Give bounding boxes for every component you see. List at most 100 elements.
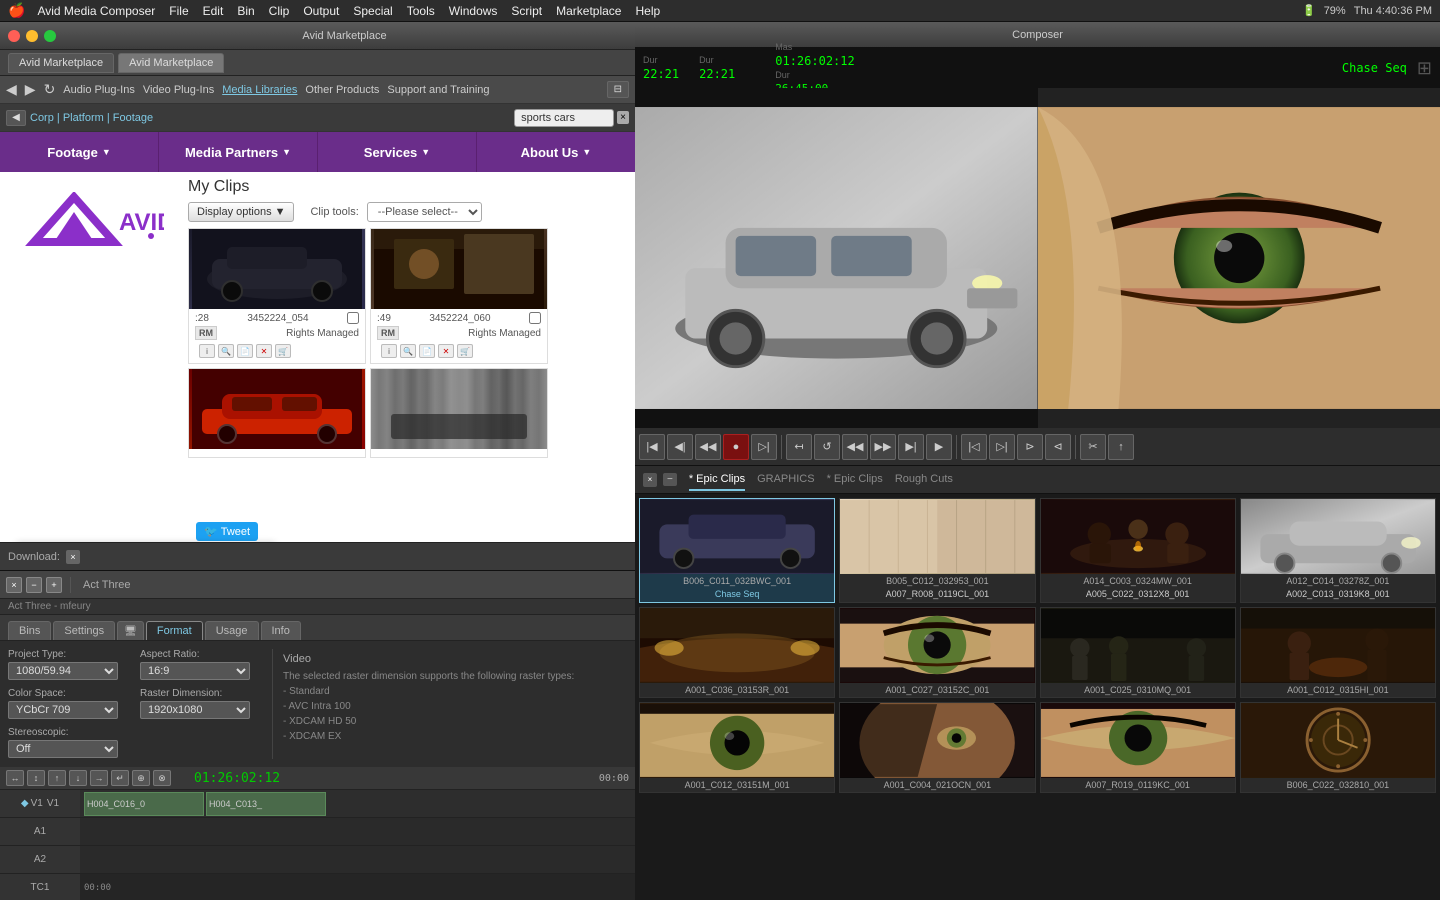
edit-menu[interactable]: Edit	[203, 4, 224, 18]
search-close-btn[interactable]: ×	[617, 111, 629, 124]
clip-info-btn-0[interactable]: i	[199, 344, 215, 358]
clip-thumb-3[interactable]	[371, 369, 547, 449]
tab-bins[interactable]: Bins	[8, 621, 51, 640]
clip-card-1[interactable]: B005_C012_032953_001 A007_R008_0119CL_00…	[839, 498, 1035, 603]
seq-minus-btn[interactable]: −	[26, 577, 42, 593]
clip-delete-btn-0[interactable]: ✕	[256, 344, 272, 358]
timeline-ctrl-8[interactable]: ⊗	[153, 770, 171, 786]
transport-add-edit[interactable]: ✂	[1080, 434, 1106, 460]
clip-delete-btn-1[interactable]: ✕	[438, 344, 454, 358]
tab-usage[interactable]: Usage	[205, 621, 259, 640]
output-menu[interactable]: Output	[303, 4, 339, 18]
color-space-select[interactable]: YCbCr 709	[8, 701, 118, 719]
transport-step-back2[interactable]: ◀◀	[695, 434, 721, 460]
tab-format[interactable]: Format	[146, 621, 203, 640]
timeline-ctrl-3[interactable]: ↑	[48, 770, 66, 786]
nav-footage[interactable]: Footage ▼	[0, 132, 159, 172]
transport-lift[interactable]: ↑	[1108, 434, 1134, 460]
timeline-ctrl-7[interactable]: ⊕	[132, 770, 150, 786]
transport-step-back[interactable]: ◀|	[667, 434, 693, 460]
tab-info[interactable]: Info	[261, 621, 301, 640]
breadcrumb-corp[interactable]: Corp	[30, 112, 54, 124]
clips-tab-epic1[interactable]: * Epic Clips	[689, 469, 745, 491]
clip-thumb-0[interactable]	[189, 229, 365, 309]
aspect-ratio-select[interactable]: 16:9	[140, 662, 250, 680]
clips-tab-rough[interactable]: Rough Cuts	[895, 469, 953, 491]
nav-about-us[interactable]: About Us ▼	[477, 132, 635, 172]
app-name-menu[interactable]: Avid Media Composer	[37, 4, 155, 18]
transport-in[interactable]: ▷|	[751, 434, 777, 460]
panel-toggle-btn[interactable]: ⊟	[607, 81, 629, 98]
track-mark-v1[interactable]: ◆	[21, 798, 29, 809]
tab-settings[interactable]: Settings	[53, 621, 115, 640]
seq-plus-btn[interactable]: +	[46, 577, 62, 593]
bin-menu[interactable]: Bin	[237, 4, 254, 18]
clip-doc-btn-1[interactable]: 📄	[419, 344, 435, 358]
help-menu[interactable]: Help	[635, 4, 660, 18]
clip-cart-btn-1[interactable]: 🛒	[457, 344, 473, 358]
tools-menu[interactable]: Tools	[407, 4, 435, 18]
tab-monitor[interactable]: 🖥	[117, 621, 144, 640]
transport-mark-out[interactable]: ⊲	[1045, 434, 1071, 460]
transport-go-start[interactable]: |◀	[639, 434, 665, 460]
tweet-button[interactable]: 🐦 Tweet	[196, 522, 258, 541]
transport-ffwd[interactable]: ▶▶	[870, 434, 896, 460]
display-options-button[interactable]: Display options ▼	[188, 202, 294, 222]
clip-card-3[interactable]: A012_C014_03278Z_001 A002_C013_0319K8_00…	[1240, 498, 1436, 603]
transport-clip-end[interactable]: ▷|	[989, 434, 1015, 460]
clip-card-8[interactable]: A001_C012_03151M_001	[639, 702, 835, 793]
clip-info-btn-1[interactable]: i	[381, 344, 397, 358]
transport-out[interactable]: ↤	[786, 434, 812, 460]
clips-browser-minus[interactable]: −	[663, 473, 677, 486]
timeline-ctrl-5[interactable]: →	[90, 770, 108, 786]
timeline-ctrl-4[interactable]: ↓	[69, 770, 87, 786]
forward-btn[interactable]: ▶	[25, 81, 36, 98]
clips-browser-close-btn[interactable]: ×	[643, 473, 657, 487]
refresh-btn[interactable]: ↻	[44, 81, 56, 98]
clip-search-btn-0[interactable]: 🔍	[218, 344, 234, 358]
timeline-expand-btn[interactable]: ⊞	[1417, 58, 1432, 79]
clip-card-0[interactable]: B006_C011_032BWC_001 Chase Seq	[639, 498, 835, 603]
nav-services[interactable]: Services ▼	[318, 132, 477, 172]
back-btn[interactable]: ◀	[6, 81, 17, 98]
breadcrumb-platform[interactable]: Platform	[63, 112, 104, 124]
marketplace-menu[interactable]: Marketplace	[556, 4, 621, 18]
close-traffic-light[interactable]	[8, 30, 20, 42]
clip-checkbox-1[interactable]	[529, 312, 541, 324]
breadcrumb-footage[interactable]: Footage	[113, 112, 153, 124]
clip-card-7[interactable]: A001_C012_0315HI_001	[1240, 607, 1436, 698]
clip-search-btn-1[interactable]: 🔍	[400, 344, 416, 358]
other-products-link[interactable]: Other Products	[305, 84, 379, 96]
clip-thumb-1[interactable]	[371, 229, 547, 309]
track-clip-1[interactable]: H004_C016_0	[84, 792, 204, 816]
raster-dim-select[interactable]: 1920x1080	[140, 701, 250, 719]
transport-mark-in[interactable]: ⊳	[1017, 434, 1043, 460]
nav-media-partners[interactable]: Media Partners ▼	[159, 132, 318, 172]
file-menu[interactable]: File	[169, 4, 188, 18]
transport-clip-start[interactable]: |◁	[961, 434, 987, 460]
maximize-traffic-light[interactable]	[44, 30, 56, 42]
support-link[interactable]: Support and Training	[387, 84, 489, 96]
tab-2[interactable]: Avid Marketplace	[118, 53, 224, 73]
media-libraries-link[interactable]: Media Libraries	[222, 84, 297, 96]
clips-tab-epic2[interactable]: * Epic Clips	[827, 469, 883, 491]
clip-card-5[interactable]: A001_C027_03152C_001	[839, 607, 1035, 698]
windows-menu[interactable]: Windows	[449, 4, 498, 18]
minimize-traffic-light[interactable]	[26, 30, 38, 42]
seq-close-btn[interactable]: ×	[6, 577, 22, 593]
clip-cart-btn-0[interactable]: 🛒	[275, 344, 291, 358]
breadcrumb-back[interactable]: ◀	[6, 110, 26, 126]
stereoscopic-select[interactable]: Off	[8, 740, 118, 758]
clip-card-9[interactable]: A001_C004_021OCN_001	[839, 702, 1035, 793]
script-menu[interactable]: Script	[511, 4, 542, 18]
transport-go-end[interactable]: ▶|	[898, 434, 924, 460]
clip-card-6[interactable]: A001_C025_0310MQ_001	[1040, 607, 1236, 698]
search-input[interactable]	[514, 109, 614, 127]
clips-tab-graphics[interactable]: GRAPHICS	[757, 469, 814, 491]
special-menu[interactable]: Special	[353, 4, 392, 18]
clip-card-11[interactable]: B006_C022_032810_001	[1240, 702, 1436, 793]
timeline-ctrl-1[interactable]: ↔	[6, 770, 24, 786]
track-clip-2[interactable]: H004_C013_	[206, 792, 326, 816]
clip-card-2[interactable]: A014_C003_0324MW_001 A005_C022_0312X8_00…	[1040, 498, 1236, 603]
video-plugins-link[interactable]: Video Plug-Ins	[143, 84, 214, 96]
